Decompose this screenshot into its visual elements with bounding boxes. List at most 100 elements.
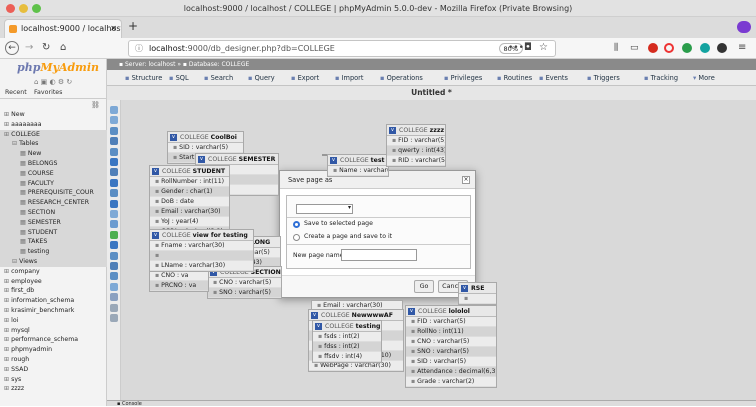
designer-column-row[interactable]: ▪ ffsdv : int(4) xyxy=(313,352,381,362)
breadcrumb-db[interactable]: Database: COLLEGE xyxy=(189,61,249,68)
designer-table[interactable]: v COLLEGE STUDENT ▪ RollNumber : int(11) ▪ … xyxy=(149,165,230,238)
tab-tracking[interactable]: ▪ Tracking xyxy=(644,72,678,85)
designer-tool-icon[interactable] xyxy=(110,241,118,250)
tab-events[interactable]: ▪ Events xyxy=(539,72,568,85)
toggle-table-icon[interactable]: v xyxy=(389,127,396,134)
tree-item[interactable]: ▦ FACULTY xyxy=(0,178,107,189)
tree-item[interactable]: ▦ STUDENT xyxy=(0,227,107,238)
designer-tool-icon[interactable] xyxy=(110,106,118,114)
designer-column-row[interactable]: ▪ fdss : int(2) xyxy=(313,342,381,352)
toggle-table-icon[interactable]: v xyxy=(198,156,205,163)
tree-item[interactable]: ⊞ New xyxy=(0,110,107,120)
menu-icon[interactable]: ≡ xyxy=(738,41,746,55)
designer-tool-icon[interactable] xyxy=(110,262,118,270)
designer-tool-icon[interactable] xyxy=(110,282,118,291)
tree-item[interactable]: ⊟ Views xyxy=(0,256,107,267)
designer-column-row[interactable]: ▪ Gender : char(1) xyxy=(150,187,229,197)
designer-column-row[interactable]: ▪ Email : varchar(30) xyxy=(150,207,229,217)
sidebar-toggle-icon[interactable]: ▭ xyxy=(630,41,639,55)
designer-column-row[interactable]: ▪ FID : varchar(5) xyxy=(387,136,445,146)
tree-item[interactable]: ⊟ Tables xyxy=(0,139,107,150)
designer-column-row[interactable]: ▪ SID : varchar(5) xyxy=(406,357,496,367)
designer-column-row[interactable]: ▪ xyxy=(150,251,253,261)
designer-tool-icon[interactable] xyxy=(110,189,118,198)
designer-column-row[interactable]: ▪ RollNo : int(11) xyxy=(406,327,496,337)
designer-column-row[interactable]: ▪ Attendance : decimal(6,3) xyxy=(406,367,496,377)
home-icon[interactable]: ⌂ xyxy=(60,41,66,55)
tree-item[interactable]: ▦ COURSE xyxy=(0,168,107,179)
designer-tool-icon[interactable] xyxy=(110,210,118,218)
tree-item[interactable]: ⊞ employee xyxy=(0,277,107,287)
reload-icon[interactable]: ↻ xyxy=(42,41,50,55)
designer-table-header[interactable]: v RSE xyxy=(459,283,496,294)
tab-search[interactable]: ▪ Search xyxy=(204,72,233,85)
bookmark-star-icon[interactable]: ☆ xyxy=(539,41,548,55)
designer-tool-icon[interactable] xyxy=(110,251,118,260)
designer-column-row[interactable]: ▪ SNO : varchar(5) xyxy=(406,347,496,357)
designer-column-row[interactable]: ▪ CNO : varchar(5) xyxy=(406,337,496,347)
designer-table[interactable]: v COLLEGE lololol ▪ FID : varchar(5) ▪ Roll… xyxy=(405,305,497,388)
tab-more[interactable]: ▾ More xyxy=(693,72,715,85)
tab-triggers[interactable]: ▪ Triggers xyxy=(587,72,620,85)
designer-tool-icon[interactable] xyxy=(110,293,118,302)
designer-column-row[interactable]: ▪ DoB : date xyxy=(150,197,229,207)
tree-item[interactable]: ⊞ first_db xyxy=(0,286,107,296)
tree-item[interactable]: ⊞ phpmyadmin xyxy=(0,345,107,355)
designer-table-header[interactable]: v COLLEGE testing xyxy=(313,321,381,332)
dialog-close-button[interactable]: × xyxy=(462,176,470,184)
tree-item[interactable]: ▦ TAKES xyxy=(0,237,107,248)
page-select[interactable]: ▾ xyxy=(296,204,353,214)
tab-operations[interactable]: ▪ Operations xyxy=(380,72,423,85)
designer-tool-icon[interactable] xyxy=(110,272,118,281)
designer-column-row[interactable]: ▪ FID : varchar(5) xyxy=(406,317,496,327)
favorites-link[interactable]: Favorites xyxy=(34,89,62,96)
extension-dark-icon[interactable] xyxy=(717,43,727,53)
toggle-table-icon[interactable]: v xyxy=(152,232,159,239)
info-icon[interactable]: ⓘ xyxy=(135,41,143,56)
sidebar-quick-icons[interactable]: ⌂ ▣ ◐ ⚙ ↻ xyxy=(34,78,72,86)
tab-structure[interactable]: ▪ Structure xyxy=(125,72,162,85)
tree-item[interactable]: ⊞ loi xyxy=(0,316,107,326)
tree-item[interactable]: ⊞ rough xyxy=(0,355,107,365)
tree-item[interactable]: ▦ BELONGS xyxy=(0,158,107,169)
radio-new-page[interactable] xyxy=(293,234,300,241)
tree-item[interactable]: ⊞ krasimir_benchmark xyxy=(0,306,107,316)
designer-table[interactable]: vCOLLEGE test▪ Name : varchar(30) xyxy=(327,154,389,177)
toggle-table-icon[interactable]: v xyxy=(330,157,337,164)
designer-table[interactable]: v COLLEGE zzzz ▪ FID : varchar(5) ▪ qwerty … xyxy=(386,124,446,167)
designer-tool-icon[interactable] xyxy=(110,137,118,146)
tree-item[interactable]: ▦ PREREQUISITE_COUR xyxy=(0,188,107,199)
extension-icon[interactable] xyxy=(700,43,710,53)
tree-item[interactable]: ⊞ COLLEGE xyxy=(0,129,107,140)
tree-item[interactable]: ▦ SEMESTER xyxy=(0,217,107,228)
designer-tool-icon[interactable] xyxy=(110,220,118,229)
designer-column-row[interactable]: ▪ CNO : varchar(5) xyxy=(208,278,281,288)
designer-column-row[interactable]: ▪ PRCNO : va xyxy=(150,281,208,291)
toggle-table-icon[interactable]: v xyxy=(408,308,415,315)
toggle-table-icon[interactable]: v xyxy=(461,285,468,292)
breadcrumb-server[interactable]: Server: localhost xyxy=(125,61,175,68)
tab-sql[interactable]: ▪ SQL xyxy=(169,72,189,85)
opera-icon[interactable] xyxy=(664,43,674,53)
adblock-icon[interactable] xyxy=(648,43,658,53)
designer-tool-icon[interactable] xyxy=(110,126,118,135)
designer-tool-icon[interactable] xyxy=(110,230,118,239)
designer-table-header[interactable]: v COLLEGE test xyxy=(328,155,388,166)
designer-column-row[interactable]: ▪ LName : varchar(30) xyxy=(150,261,253,271)
toggle-table-icon[interactable]: v xyxy=(152,168,159,175)
designer-table[interactable]: v COLLEGE testing ▪ fsds : int(2) ▪ fdss : … xyxy=(312,320,382,363)
tree-item[interactable]: ⊞ performance_schema xyxy=(0,335,107,345)
close-tab-icon[interactable]: ✕ xyxy=(110,20,117,38)
tab-routines[interactable]: ▪ Routines xyxy=(497,72,532,85)
tree-item[interactable]: ▦ New xyxy=(0,149,107,159)
tree-item[interactable]: ▦ RESEARCH_CENTER xyxy=(0,198,107,208)
library-icon[interactable]: ⫼ xyxy=(614,41,618,55)
designer-tool-icon[interactable] xyxy=(110,178,118,187)
recent-link[interactable]: Recent xyxy=(5,89,27,96)
pma-logo[interactable]: phpMyAdmin xyxy=(17,61,99,74)
toggle-table-icon[interactable]: v xyxy=(315,323,322,330)
designer-table[interactable]: ▪ CNO : va ▪ PRCNO : va xyxy=(149,270,209,292)
designer-table-header[interactable]: v COLLEGE lololol xyxy=(406,306,496,317)
designer-tool-icon[interactable] xyxy=(110,168,118,177)
designer-column-row[interactable]: ▪ Grade : varchar(2) xyxy=(406,377,496,387)
